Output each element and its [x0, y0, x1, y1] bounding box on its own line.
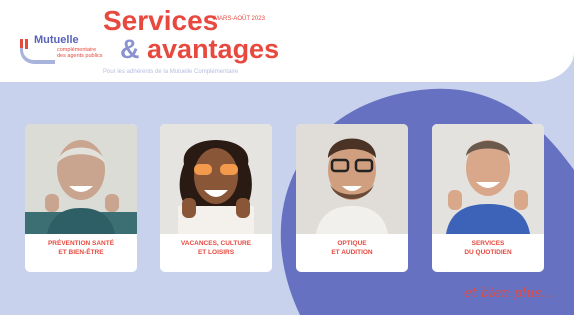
card-label-line2: ET LOISIRS	[197, 249, 235, 256]
card-prevention-sante[interactable]: PRÉVENTION SANTÉ ET BIEN-ÊTRE	[25, 124, 137, 272]
card-services-quotidien[interactable]: SERVICES DU QUOTIDIEN	[432, 124, 544, 272]
card-label-line1: PRÉVENTION SANTÉ	[47, 240, 115, 247]
logo-name: Mutuelle	[34, 34, 79, 46]
card-label-line1: SERVICES	[471, 240, 505, 247]
title-services: Services	[103, 5, 219, 36]
card-label-line1: OPTIQUE	[337, 240, 367, 247]
title-avantages-text: avantages	[147, 34, 280, 64]
card-label: OPTIQUE ET AUDITION	[296, 239, 408, 257]
logo-sub-line2: des agents publics	[57, 53, 103, 59]
header-banner: Mutuelle complémentaire des agents publi…	[0, 0, 574, 82]
card-label-line2: ET BIEN-ÊTRE	[58, 249, 104, 256]
and-more-text: et bien plus...	[464, 286, 554, 301]
photo-woman-sunglasses	[160, 124, 272, 234]
mutuelle-logo: Mutuelle complémentaire des agents publi…	[20, 34, 103, 64]
title-avantages: & avantages	[120, 34, 279, 64]
title-ampersand: &	[120, 34, 140, 64]
card-label: PRÉVENTION SANTÉ ET BIEN-ÊTRE	[25, 239, 137, 257]
card-vacances-culture[interactable]: VACANCES, CULTURE ET LOISIRS	[160, 124, 272, 272]
card-label-line2: DU QUOTIDIEN	[464, 249, 512, 256]
card-label-line1: VACANCES, CULTURE	[180, 240, 252, 247]
card-label: VACANCES, CULTURE ET LOISIRS	[160, 239, 272, 257]
photo-man-blue-shirt	[432, 124, 544, 234]
tagline: Pour les adhérents de la Mutuelle Complé…	[103, 69, 239, 75]
photo-smiling-senior	[25, 124, 137, 234]
card-label-line2: ET AUDITION	[331, 249, 373, 256]
card-optique-audition[interactable]: OPTIQUE ET AUDITION	[296, 124, 408, 272]
photo-man-glasses	[296, 124, 408, 234]
card-label: SERVICES DU QUOTIDIEN	[432, 239, 544, 257]
logo-subtitle: complémentaire des agents publics	[57, 47, 117, 59]
logo-arc-icon	[20, 48, 55, 64]
date-label: MARS-AOÛT 2023	[214, 16, 265, 22]
